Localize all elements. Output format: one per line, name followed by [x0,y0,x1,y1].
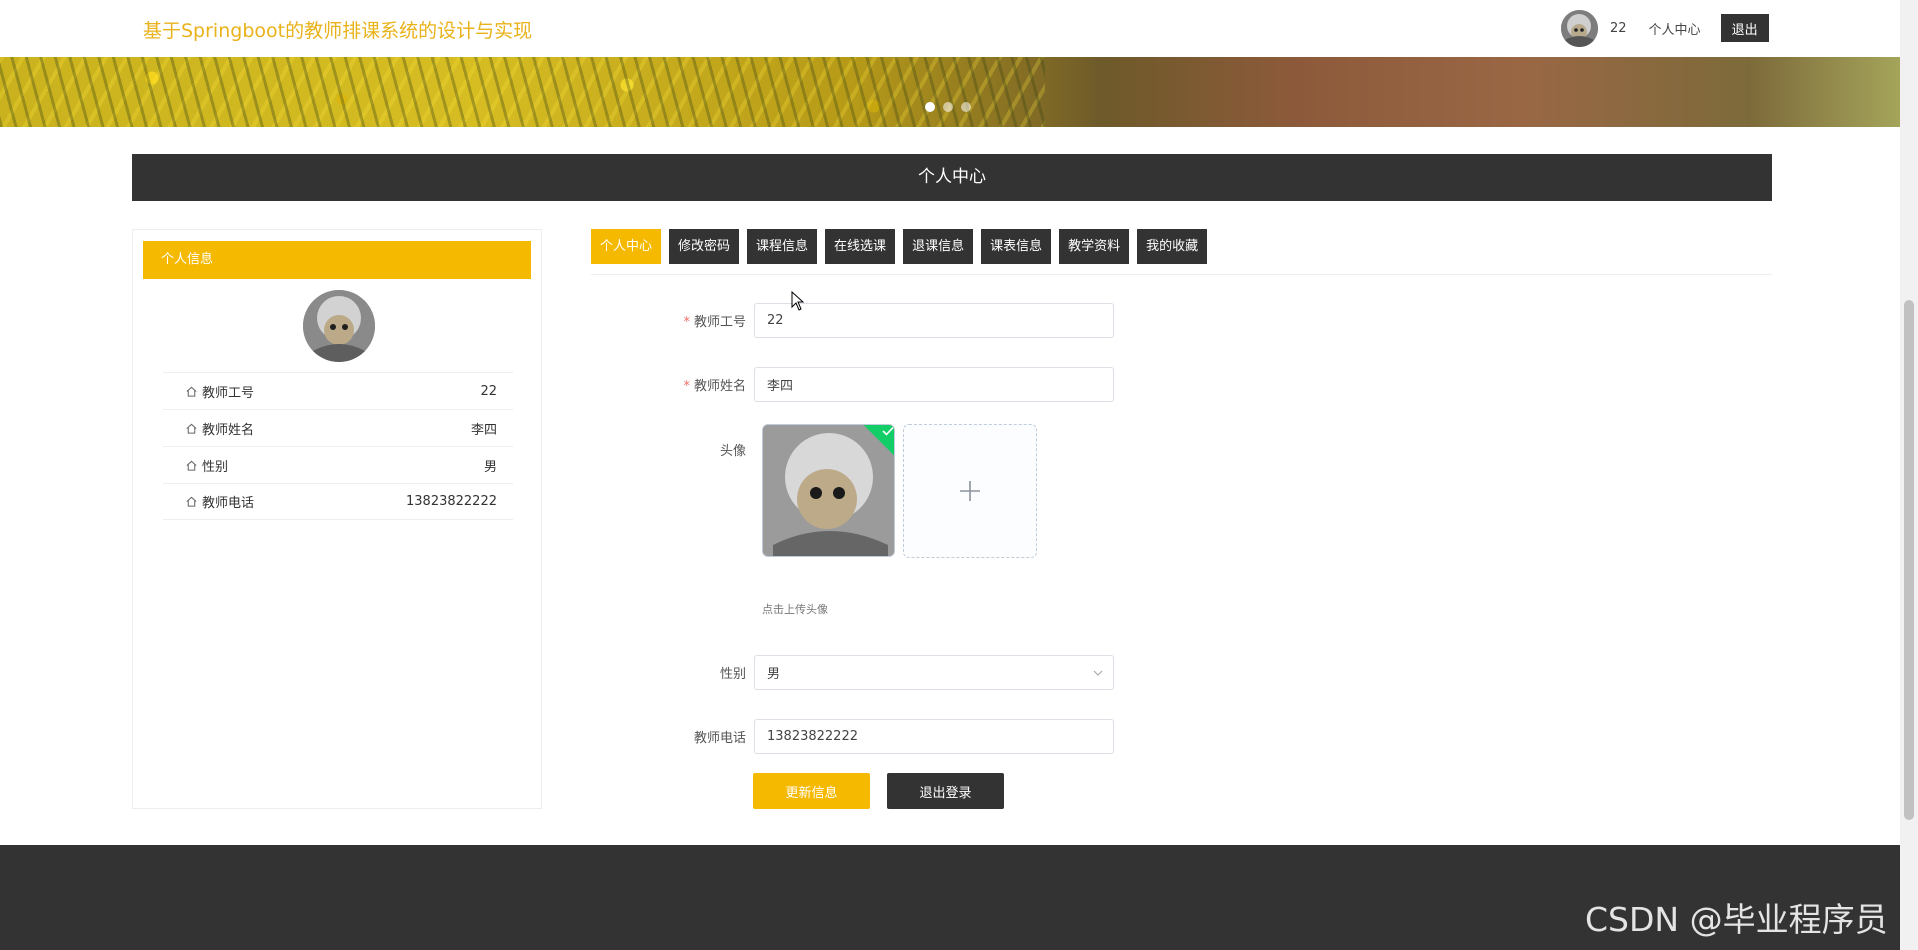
avatar-uploader [762,424,1037,558]
info-value: 13823822222 [406,494,497,509]
banner-carousel[interactable] [0,57,1900,127]
mouse-cursor-icon [791,291,805,311]
avatar-label: 头像 [719,444,746,459]
gender-select[interactable]: 男 [754,655,1114,690]
carousel-indicators [925,102,971,112]
profile-tabs: 个人中心 修改密码 课程信息 在线选课 退课信息 课表信息 教学资料 我的收藏 [591,229,1208,264]
tab-teaching-materials[interactable]: 教学资料 [1059,229,1130,264]
profile-info-panel: 个人信息 教师工号 22 教师姓名 李四 性别 男 教师电话 138238222… [132,229,542,809]
info-row-teacher-id: 教师工号 22 [163,372,513,409]
tab-course-info[interactable]: 课程信息 [747,229,818,264]
cat-avatar-icon [763,425,894,556]
info-row-teacher-name: 教师姓名 李四 [163,409,513,446]
profile-avatar [303,290,375,362]
tab-change-password[interactable]: 修改密码 [669,229,740,264]
home-icon [186,386,197,397]
cat-avatar-icon [303,290,375,362]
info-label-text: 教师工号 [202,385,255,401]
page-scrollbar[interactable] [1900,0,1918,950]
form-row-teacher-id: * 教师工号 [640,303,1114,338]
logout-button[interactable]: 退出登录 [887,773,1004,809]
scrollbar-thumb[interactable] [1904,300,1914,820]
header-username: 22 [1610,20,1627,36]
user-area: 22 个人中心 退出 [1561,8,1769,48]
home-icon [186,423,197,434]
phone-input[interactable] [754,719,1114,754]
phone-label: 教师电话 [693,731,746,746]
teacher-id-input[interactable] [754,303,1114,338]
header-avatar[interactable] [1561,9,1598,47]
tab-profile[interactable]: 个人中心 [591,229,662,264]
profile-info-list: 教师工号 22 教师姓名 李四 性别 男 教师电话 13823822222 [163,372,513,520]
gender-label: 性别 [719,667,746,682]
form-row-teacher-name: * 教师姓名 [640,367,1114,402]
info-label-text: 教师姓名 [202,422,255,438]
plus-icon [960,481,980,501]
home-icon [186,496,197,507]
info-value: 男 [483,459,497,475]
top-navbar: 基于Springboot的教师排课系统的设计与实现 22 个人中心 退出 [0,0,1900,57]
banner-texture [0,57,1045,127]
teacher-name-label: * 教师姓名 [683,379,746,394]
watermark: CSDN @毕业程序员 [1585,900,1888,939]
form-row-gender: 性别 男 [640,655,1114,690]
carousel-dot[interactable] [961,102,971,112]
info-row-gender: 性别 男 [163,446,513,483]
info-value: 李四 [470,422,497,438]
carousel-dot[interactable] [943,102,953,112]
tab-my-favorites[interactable]: 我的收藏 [1137,229,1208,264]
tabs-divider [591,274,1772,275]
tab-online-selection[interactable]: 在线选课 [825,229,896,264]
teacher-name-input[interactable] [754,367,1114,402]
upload-add-button[interactable] [903,424,1037,558]
chevron-down-icon [1093,670,1103,676]
required-mark: * [683,379,690,394]
profile-link[interactable]: 个人中心 [1649,19,1701,38]
gender-selected-value: 男 [767,667,781,682]
header-logout-button[interactable]: 退出 [1720,14,1769,42]
info-label-text: 教师电话 [202,496,255,511]
teacher-id-label: * 教师工号 [683,315,746,330]
site-title[interactable]: 基于Springboot的教师排课系统的设计与实现 [143,16,532,43]
tab-drop-course[interactable]: 退课信息 [903,229,974,264]
required-mark: * [683,315,690,330]
upload-tip: 点击上传头像 [762,603,828,616]
form-row-phone: 教师电话 [640,719,1114,754]
section-title: 个人中心 [132,154,1772,201]
carousel-dot[interactable] [925,102,935,112]
info-value: 22 [480,383,497,399]
profile-panel-title: 个人信息 [143,241,531,279]
uploaded-avatar-thumb[interactable] [762,424,895,557]
info-label-text: 性别 [202,459,229,475]
tab-timetable[interactable]: 课表信息 [981,229,1052,264]
update-info-button[interactable]: 更新信息 [753,773,870,809]
check-icon [882,426,894,436]
cat-avatar-icon [1561,9,1598,47]
info-row-phone: 教师电话 13823822222 [163,483,513,520]
home-icon [186,460,197,471]
